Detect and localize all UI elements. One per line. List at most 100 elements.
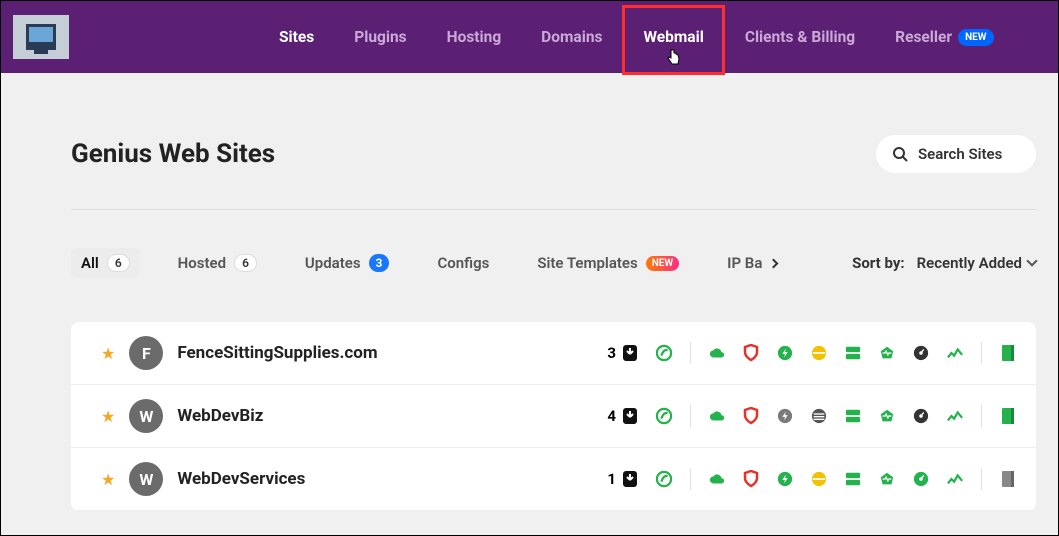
nav-items: Sites Plugins Hosting Domains Webmail Cl… [259, 20, 1042, 54]
tab-site-templates[interactable]: Site Templates NEW [527, 248, 689, 278]
heartbeat-icon[interactable] [879, 471, 895, 487]
site-name[interactable]: FenceSittingSupplies.com [177, 343, 593, 363]
divider-icon [690, 405, 691, 427]
chart-icon[interactable] [947, 408, 963, 424]
tab-configs-label: Configs [437, 254, 489, 272]
divider-icon [981, 468, 982, 490]
site-row[interactable]: ★ W WebDevServices 1 [71, 448, 1036, 511]
book-icon[interactable] [1000, 471, 1016, 487]
tab-configs[interactable]: Configs [427, 248, 499, 278]
sort-control[interactable]: Sort by: Recently Added [852, 254, 1036, 272]
divider-icon [690, 468, 691, 490]
tab-updates[interactable]: Updates 3 [295, 248, 400, 278]
new-badge: NEW [958, 29, 993, 46]
server-icon[interactable] [845, 345, 861, 361]
site-row[interactable]: ★ W WebDevBiz 4 [71, 385, 1036, 448]
server-icon[interactable] [845, 408, 861, 424]
sort-by-label: Sort by: [852, 254, 905, 272]
filter-tabs: All 6 Hosted 6 Updates 3 Configs Site Te… [71, 248, 1036, 278]
star-icon[interactable]: ★ [101, 407, 115, 426]
server-icon[interactable] [845, 471, 861, 487]
search-icon [892, 146, 908, 162]
shield-icon[interactable] [743, 345, 759, 361]
nav-plugins[interactable]: Plugins [334, 20, 426, 54]
tab-hosted-label: Hosted [178, 254, 226, 272]
page-header-row: Genius Web Sites Search Sites [71, 135, 1036, 173]
leaf-icon[interactable] [656, 408, 672, 424]
nav-reseller-label: Reseller [895, 28, 952, 46]
bolt-circle-icon[interactable] [777, 408, 793, 424]
chart-icon[interactable] [947, 345, 963, 361]
cloud-icon[interactable] [709, 408, 725, 424]
tab-ip-backups[interactable]: IP Ba [717, 248, 787, 278]
star-icon[interactable]: ★ [101, 470, 115, 489]
search-placeholder: Search Sites [918, 145, 1002, 163]
download-icon [622, 470, 638, 488]
nav-hosting[interactable]: Hosting [427, 20, 522, 54]
top-navigation: Sites Plugins Hosting Domains Webmail Cl… [1, 1, 1058, 73]
updates-number: 3 [607, 344, 616, 362]
bolt-circle-icon[interactable] [777, 345, 793, 361]
bolt-circle-icon[interactable] [777, 471, 793, 487]
chevron-down-icon [1026, 255, 1037, 266]
gauge-icon[interactable] [913, 408, 929, 424]
gauge-icon[interactable] [913, 345, 929, 361]
stripes-icon[interactable] [811, 408, 827, 424]
leaf-icon[interactable] [656, 471, 672, 487]
cursor-pointer-icon [666, 48, 682, 66]
site-list: ★ F FenceSittingSupplies.com 3 [71, 322, 1036, 511]
divider-icon [690, 342, 691, 364]
site-name[interactable]: WebDevBiz [177, 406, 593, 426]
divider-icon [981, 405, 982, 427]
leaf-icon[interactable] [656, 345, 672, 361]
updates-count[interactable]: 1 [607, 470, 638, 488]
page-title: Genius Web Sites [71, 139, 275, 169]
tab-hosted-count: 6 [234, 254, 257, 272]
shield-icon[interactable] [743, 408, 759, 424]
cloud-icon[interactable] [709, 471, 725, 487]
tab-all-label: All [81, 254, 99, 272]
tab-hosted[interactable]: Hosted 6 [168, 248, 267, 278]
chart-icon[interactable] [947, 471, 963, 487]
book-icon[interactable] [1000, 408, 1016, 424]
updates-count[interactable]: 3 [607, 344, 638, 362]
heartbeat-icon[interactable] [879, 345, 895, 361]
book-icon[interactable] [1000, 345, 1016, 361]
site-name[interactable]: WebDevServices [177, 469, 593, 489]
nav-domains[interactable]: Domains [521, 20, 622, 54]
download-icon [622, 407, 638, 425]
tab-updates-label: Updates [305, 254, 361, 272]
shield-icon[interactable] [743, 471, 759, 487]
nav-clients-billing[interactable]: Clients & Billing [725, 20, 875, 54]
tab-all[interactable]: All 6 [71, 248, 140, 278]
status-icons [709, 471, 963, 487]
tab-templates-label: Site Templates [537, 254, 637, 272]
search-input[interactable]: Search Sites [876, 135, 1036, 173]
coin-icon[interactable] [811, 471, 827, 487]
site-avatar: F [129, 336, 163, 370]
star-icon[interactable]: ★ [101, 344, 115, 363]
heartbeat-icon[interactable] [879, 408, 895, 424]
gauge-icon[interactable] [913, 471, 929, 487]
sort-value-text: Recently Added [917, 254, 1022, 272]
page-content: Genius Web Sites Search Sites All 6 Host… [1, 73, 1058, 511]
sort-value: Recently Added [917, 254, 1036, 272]
new-gradient-badge: NEW [646, 256, 679, 271]
divider [71, 209, 1036, 210]
updates-number: 1 [607, 470, 616, 488]
chevron-right-icon [769, 258, 779, 268]
coin-icon[interactable] [811, 345, 827, 361]
cloud-icon[interactable] [709, 345, 725, 361]
nav-webmail[interactable]: Webmail [622, 5, 724, 75]
site-avatar: W [129, 462, 163, 496]
nav-sites[interactable]: Sites [259, 20, 334, 54]
logo[interactable] [13, 15, 69, 59]
updates-count[interactable]: 4 [607, 407, 638, 425]
site-row[interactable]: ★ F FenceSittingSupplies.com 3 [71, 322, 1036, 385]
download-icon [622, 344, 638, 362]
divider-icon [981, 342, 982, 364]
status-icons [709, 345, 963, 361]
tab-backups-label: IP Ba [727, 254, 762, 272]
updates-number: 4 [607, 407, 616, 425]
nav-reseller[interactable]: Reseller NEW [875, 20, 1013, 54]
